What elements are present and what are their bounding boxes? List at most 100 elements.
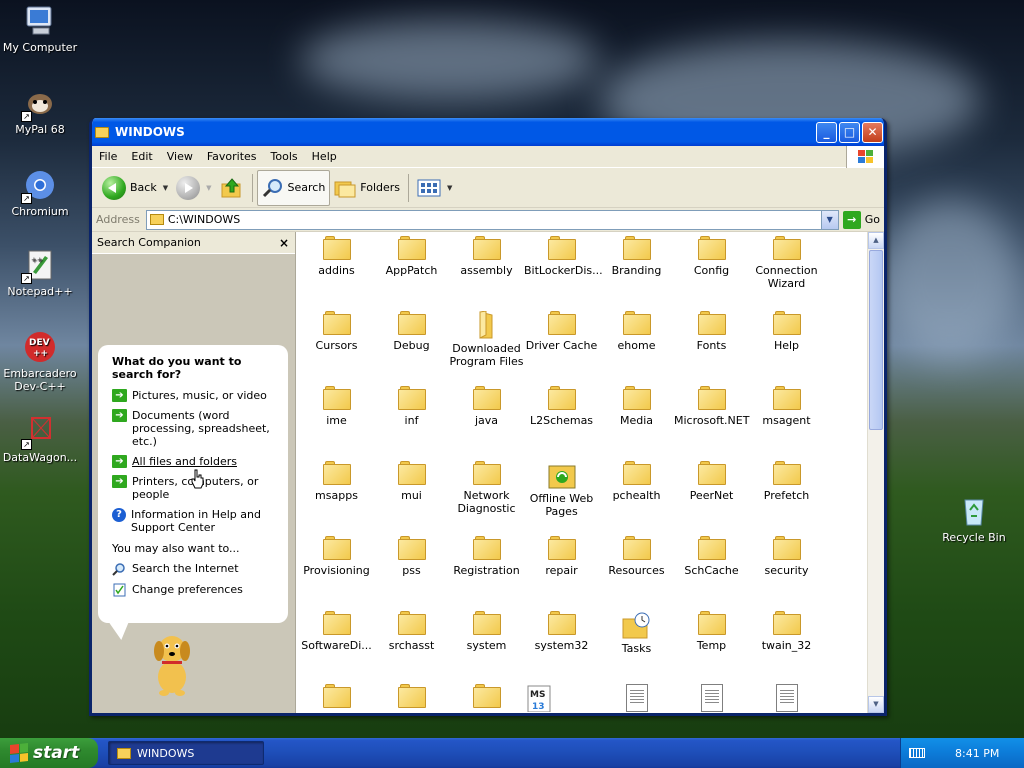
list-item[interactable]: Branding xyxy=(599,234,674,309)
list-item[interactable] xyxy=(749,684,824,713)
desktop-icon-notepadpp[interactable]: ++ ↗ Notepad++ xyxy=(0,248,80,298)
search-dog-icon[interactable] xyxy=(142,627,202,697)
chevron-down-icon[interactable]: ▼ xyxy=(820,210,838,229)
list-item[interactable]: Offline Web Pages xyxy=(524,459,599,534)
list-item[interactable]: Fonts xyxy=(674,309,749,384)
list-item[interactable]: repair xyxy=(524,534,599,609)
scroll-thumb[interactable] xyxy=(869,250,883,430)
maximize-button[interactable]: □ xyxy=(839,121,860,143)
desktop-icon-my-computer[interactable]: My Computer xyxy=(0,4,80,54)
list-item[interactable]: Network Diagnostic xyxy=(449,459,524,534)
toolbar-separator xyxy=(408,173,410,202)
menu-file[interactable]: File xyxy=(92,150,124,163)
list-item[interactable] xyxy=(599,684,674,713)
views-button[interactable]: ▼ xyxy=(413,175,456,201)
list-item[interactable]: Connection Wizard xyxy=(749,234,824,309)
list-item[interactable]: L2Schemas xyxy=(524,384,599,459)
menu-view[interactable]: View xyxy=(160,150,200,163)
list-item[interactable] xyxy=(374,684,449,713)
search-companion-header: Search Companion × xyxy=(92,232,295,254)
minimize-button[interactable]: _ xyxy=(816,121,837,143)
list-item[interactable] xyxy=(674,684,749,713)
forward-button[interactable]: ▼ xyxy=(172,173,215,203)
title-bar[interactable]: WINDOWS _ □ ✕ xyxy=(92,118,884,146)
search-button[interactable]: Search xyxy=(256,169,331,206)
list-item[interactable]: SoftwareDi... xyxy=(299,609,374,684)
explorer-window[interactable]: WINDOWS _ □ ✕ File Edit View Favorites T… xyxy=(89,118,887,716)
scroll-up-button[interactable]: ▲ xyxy=(868,232,884,249)
list-item[interactable]: Temp xyxy=(674,609,749,684)
list-item-label: pchealth xyxy=(612,489,661,502)
list-item[interactable]: Help xyxy=(749,309,824,384)
scroll-down-button[interactable]: ▼ xyxy=(868,696,884,713)
list-item[interactable]: ehome xyxy=(599,309,674,384)
back-button[interactable]: Back ▼ xyxy=(98,173,172,203)
list-item[interactable]: msagent xyxy=(749,384,824,459)
list-item[interactable]: BitLockerDis... xyxy=(524,234,603,309)
desktop-icon-label: Embarcadero Dev-C++ xyxy=(3,367,77,393)
search-internet-link[interactable]: Search the Internet xyxy=(112,562,278,576)
list-item[interactable] xyxy=(449,684,524,713)
list-item[interactable]: ime xyxy=(299,384,374,459)
list-item[interactable]: security xyxy=(749,534,824,609)
list-item[interactable]: inf xyxy=(374,384,449,459)
close-icon[interactable]: × xyxy=(279,236,289,250)
list-item[interactable]: assembly xyxy=(449,234,524,309)
list-item[interactable]: msapps xyxy=(299,459,374,534)
keyboard-icon[interactable] xyxy=(909,748,925,758)
list-item[interactable]: twain_32 xyxy=(749,609,824,684)
desktop-icon-chromium[interactable]: ↗ Chromium xyxy=(0,168,80,218)
search-option-documents[interactable]: ➔ Documents (word processing, spreadshee… xyxy=(112,409,278,448)
list-item[interactable]: MS 13 xyxy=(524,684,599,713)
list-item[interactable]: mui xyxy=(374,459,449,534)
close-button[interactable]: ✕ xyxy=(862,121,883,143)
list-item[interactable]: java xyxy=(449,384,524,459)
search-option-help[interactable]: ? Information in Help and Support Center xyxy=(112,508,278,534)
vertical-scrollbar[interactable]: ▲ ▼ xyxy=(867,232,884,713)
list-item[interactable]: system32 xyxy=(524,609,599,684)
menu-tools[interactable]: Tools xyxy=(264,150,305,163)
list-item[interactable]: Tasks xyxy=(599,609,674,684)
list-item[interactable]: Config xyxy=(674,234,749,309)
menu-edit[interactable]: Edit xyxy=(124,150,159,163)
taskbar-item-windows[interactable]: WINDOWS xyxy=(108,741,264,765)
list-item[interactable]: Provisioning xyxy=(299,534,374,609)
folder-icon xyxy=(697,536,726,560)
list-item[interactable]: AppPatch xyxy=(374,234,449,309)
search-option-label: Change preferences xyxy=(132,583,243,596)
start-button[interactable]: start xyxy=(0,738,98,768)
list-item[interactable]: Media xyxy=(599,384,674,459)
list-item[interactable]: system xyxy=(449,609,524,684)
desktop-icon-datawagon[interactable]: ↗ DataWagon... xyxy=(0,414,80,464)
chevron-down-icon[interactable]: ▼ xyxy=(163,184,168,192)
list-item[interactable]: addins xyxy=(299,234,374,309)
list-item[interactable]: Cursors xyxy=(299,309,374,384)
list-item[interactable]: Downloaded Program Files xyxy=(449,309,524,384)
list-item[interactable]: Microsoft.NET xyxy=(674,384,749,459)
list-item[interactable]: Prefetch xyxy=(749,459,824,534)
list-item[interactable]: Resources xyxy=(599,534,674,609)
desktop-icon-mypal[interactable]: ↗ MyPal 68 xyxy=(0,86,80,136)
desktop-icon-devcpp[interactable]: DEV ++ Embarcadero Dev-C++ xyxy=(0,330,80,393)
search-option-all-files[interactable]: ➔ All files and folders xyxy=(112,455,278,468)
go-arrow-icon: → xyxy=(842,210,861,229)
search-option-pictures[interactable]: ➔ Pictures, music, or video xyxy=(112,389,278,402)
list-item[interactable]: srchasst xyxy=(374,609,449,684)
list-item[interactable]: pchealth xyxy=(599,459,674,534)
list-item[interactable]: Registration xyxy=(449,534,524,609)
address-input[interactable]: C:\WINDOWS ▼ xyxy=(145,209,839,230)
list-item[interactable]: Debug xyxy=(374,309,449,384)
list-item[interactable] xyxy=(299,684,374,713)
list-item[interactable]: pss xyxy=(374,534,449,609)
folders-button[interactable]: Folders xyxy=(330,175,404,201)
chevron-down-icon[interactable]: ▼ xyxy=(206,184,211,192)
menu-help[interactable]: Help xyxy=(305,150,344,163)
up-folder-button[interactable] xyxy=(216,173,248,203)
menu-favorites[interactable]: Favorites xyxy=(200,150,264,163)
go-button[interactable]: → Go xyxy=(842,210,880,229)
list-item[interactable]: Driver Cache xyxy=(524,309,599,384)
change-preferences-link[interactable]: Change preferences xyxy=(112,583,278,597)
desktop-icon-recycle-bin[interactable]: Recycle Bin xyxy=(934,494,1014,544)
list-item[interactable]: PeerNet xyxy=(674,459,749,534)
list-item[interactable]: SchCache xyxy=(674,534,749,609)
